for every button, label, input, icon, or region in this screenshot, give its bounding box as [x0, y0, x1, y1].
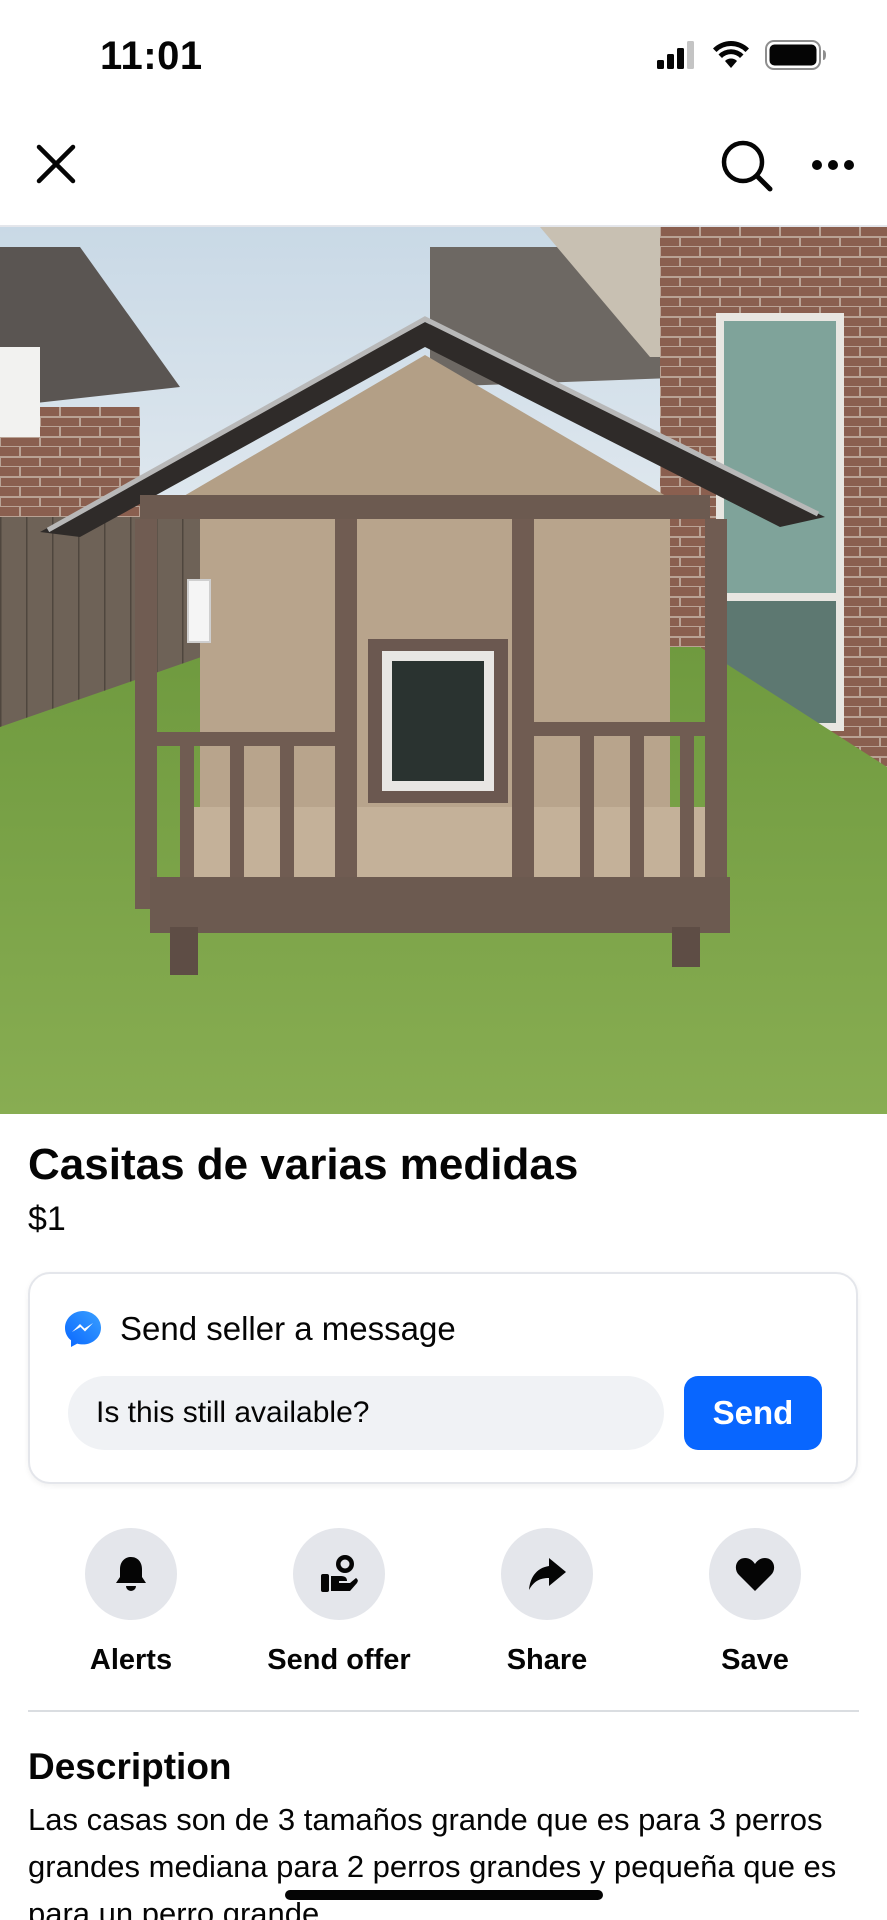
home-indicator[interactable] — [285, 1890, 603, 1900]
search-icon — [721, 140, 773, 192]
more-options-button[interactable] — [807, 142, 859, 188]
close-icon — [36, 144, 76, 184]
doghouse-photo — [0, 227, 887, 1114]
share-label: Share — [506, 1644, 588, 1676]
battery-icon — [765, 40, 827, 75]
description-heading: Description — [28, 1746, 232, 1787]
message-card-header: Send seller a message — [64, 1310, 456, 1348]
heart-icon — [735, 1558, 775, 1591]
messenger-icon — [65, 1311, 101, 1347]
more-options-icon — [812, 160, 854, 170]
listing-title: Casitas de varias medidas — [28, 1140, 579, 1189]
send-offer-circle[interactable] — [293, 1528, 385, 1620]
listing-price: $1 — [28, 1200, 66, 1238]
search-button[interactable] — [717, 136, 777, 196]
offer-hand-icon — [321, 1555, 358, 1592]
save-circle[interactable] — [709, 1528, 801, 1620]
save-label: Save — [721, 1644, 789, 1676]
alerts-circle[interactable] — [85, 1528, 177, 1620]
status-time: 11:01 — [100, 34, 203, 78]
close-button[interactable] — [30, 138, 82, 190]
action-row: Alerts Send offer Share Save — [0, 1528, 887, 1678]
send-seller-message-card: Send seller a message Is this still avai… — [28, 1272, 858, 1484]
description-text: Las casas son de 3 tamaños grande que es… — [28, 1802, 837, 1920]
send-offer-label: Send offer — [267, 1644, 411, 1676]
status-bar: 11:01 — [0, 0, 887, 110]
send-button[interactable]: Send — [684, 1376, 822, 1450]
share-button[interactable]: Share — [447, 1528, 647, 1677]
top-nav-bar — [0, 120, 887, 225]
cellular-signal-icon — [657, 41, 697, 74]
section-divider — [28, 1710, 859, 1712]
alerts-label: Alerts — [89, 1644, 173, 1676]
wifi-icon — [713, 41, 749, 74]
status-icons — [657, 40, 827, 75]
alerts-button[interactable]: Alerts — [31, 1528, 231, 1677]
message-input[interactable]: Is this still available? — [68, 1376, 664, 1450]
share-circle[interactable] — [501, 1528, 593, 1620]
message-card-title: Send seller a message — [120, 1310, 456, 1347]
share-arrow-icon — [529, 1558, 566, 1590]
listing-photo[interactable] — [0, 227, 887, 1114]
send-offer-button[interactable]: Send offer — [239, 1528, 439, 1677]
bell-icon — [116, 1557, 146, 1591]
save-button[interactable]: Save — [655, 1528, 855, 1677]
